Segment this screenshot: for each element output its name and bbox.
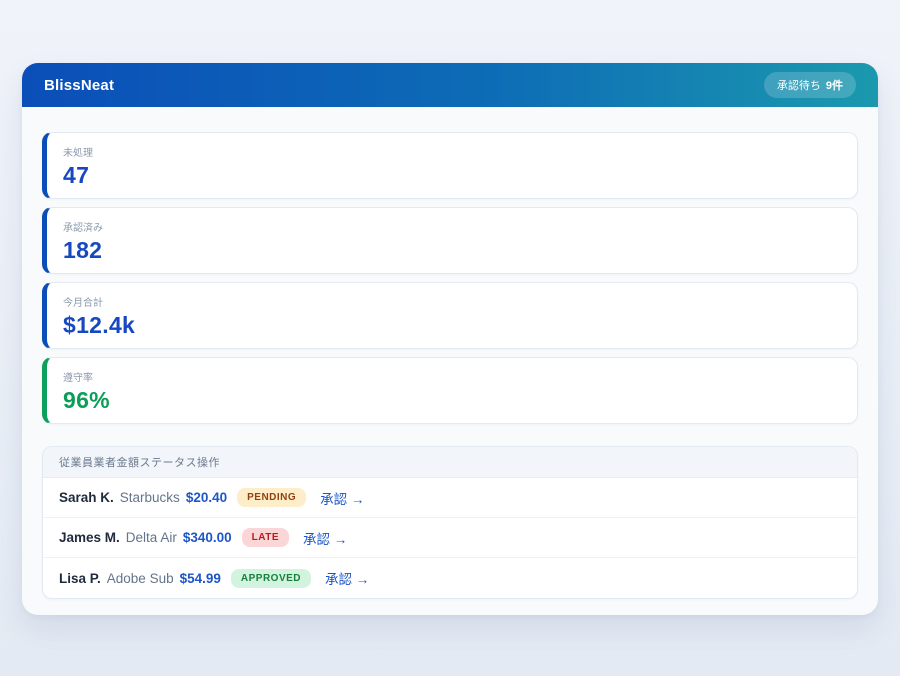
approve-link[interactable]: 承認 → xyxy=(303,528,347,548)
column-header-action: 操作 xyxy=(197,457,220,469)
main-panel: BlissNeat 承認待ち 9件 未処理 47 承認済み 182 今月合計 $… xyxy=(22,63,878,615)
stat-label: 遵守率 xyxy=(63,369,841,384)
vendor-name: Adobe Sub xyxy=(107,571,174,586)
stat-value: 47 xyxy=(63,162,841,188)
table-row[interactable]: Sarah K. Starbucks $20.40 PENDING 承認 → xyxy=(43,478,857,518)
table-header-row: 従業員業者金額ステータス操作 xyxy=(43,447,857,478)
column-header-status: ステータス xyxy=(140,457,198,469)
pending-approvals-badge[interactable]: 承認待ち 9件 xyxy=(764,72,856,98)
table-row[interactable]: Lisa P. Adobe Sub $54.99 APPROVED 承認 → xyxy=(43,558,857,598)
app-title: BlissNeat xyxy=(44,77,114,94)
employee-name: Lisa P. xyxy=(59,571,101,586)
stat-card-unprocessed: 未処理 47 xyxy=(42,132,858,199)
vendor-name: Starbucks xyxy=(120,490,180,505)
stat-card-month-total: 今月合計 $12.4k xyxy=(42,282,858,349)
amount: $20.40 xyxy=(186,490,227,505)
status-badge: PENDING xyxy=(237,488,306,507)
employee-name: Sarah K. xyxy=(59,490,114,505)
stat-card-compliance-rate: 遵守率 96% xyxy=(42,357,858,424)
stat-value: 182 xyxy=(63,237,841,263)
panel-body: 未処理 47 承認済み 182 今月合計 $12.4k 遵守率 96% 従業員業… xyxy=(22,107,878,619)
expenses-table: 従業員業者金額ステータス操作 Sarah K. Starbucks $20.40… xyxy=(42,446,858,599)
stat-value: $12.4k xyxy=(63,312,841,338)
stat-label: 未処理 xyxy=(63,144,841,159)
pending-approvals-count: 9件 xyxy=(826,77,843,93)
amount: $54.99 xyxy=(180,571,221,586)
stat-label: 承認済み xyxy=(63,219,841,234)
amount: $340.00 xyxy=(183,530,232,545)
status-badge: APPROVED xyxy=(231,569,311,588)
stat-card-approved: 承認済み 182 xyxy=(42,207,858,274)
table-row[interactable]: James M. Delta Air $340.00 LATE 承認 → xyxy=(43,518,857,558)
column-header-employee: 従業員 xyxy=(59,457,94,469)
app-header: BlissNeat 承認待ち 9件 xyxy=(22,63,878,107)
pending-approvals-label: 承認待ち xyxy=(777,77,821,93)
approve-link[interactable]: 承認 → xyxy=(325,568,369,588)
stat-label: 今月合計 xyxy=(63,294,841,309)
column-header-vendor: 業者 xyxy=(94,457,117,469)
approve-link[interactable]: 承認 → xyxy=(320,488,364,508)
status-badge: LATE xyxy=(242,528,289,547)
vendor-name: Delta Air xyxy=(126,530,177,545)
column-header-amount: 金額 xyxy=(117,457,140,469)
stat-value: 96% xyxy=(63,387,841,413)
employee-name: James M. xyxy=(59,530,120,545)
